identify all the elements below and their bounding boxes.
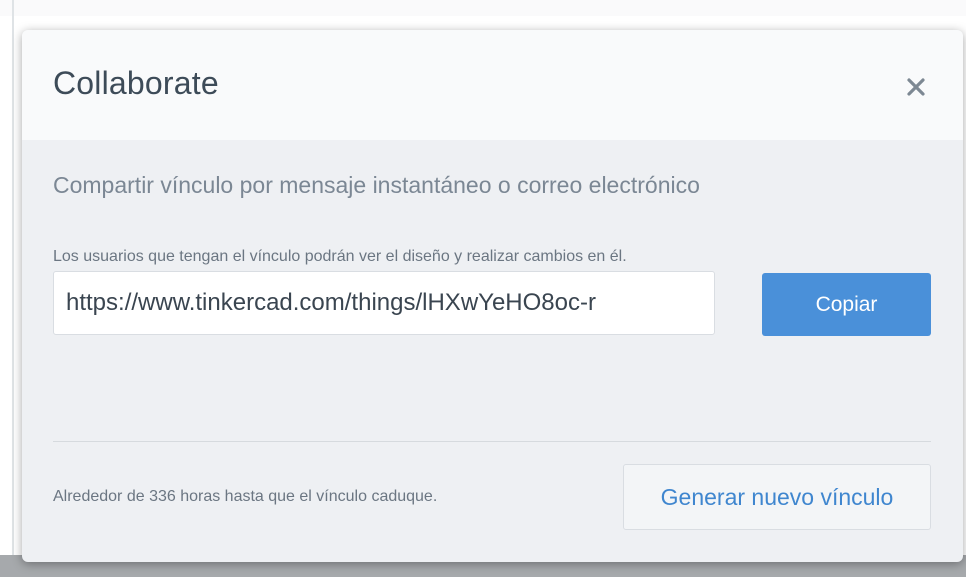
generate-new-link-button[interactable]: Generar nuevo vínculo [623,464,931,530]
dialog-title: Collaborate [53,65,219,101]
close-icon [907,78,925,96]
copy-button[interactable]: Copiar [762,273,931,336]
share-link-heading: Compartir vínculo por mensaje instantáne… [53,172,700,198]
link-expiry-text: Alrededor de 336 horas hasta que el vínc… [53,488,438,505]
dialog-header: Collaborate [22,30,963,140]
share-link-note: Los usuarios que tengan el vínculo podrá… [53,248,627,265]
share-link-field[interactable] [53,271,715,335]
dialog-divider [53,441,931,442]
collaborate-dialog: Collaborate Compartir vínculo por mensaj… [22,30,963,562]
close-button[interactable] [899,70,933,104]
